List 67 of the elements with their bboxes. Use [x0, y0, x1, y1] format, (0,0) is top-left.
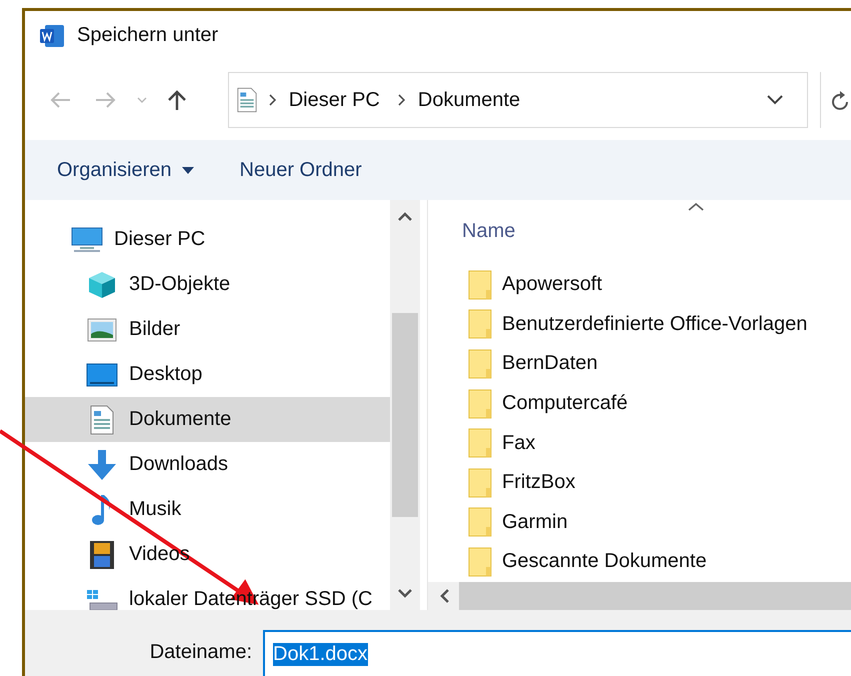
folder-icon — [468, 309, 492, 340]
folder-icon — [468, 428, 492, 458]
folder-name: Garmin — [502, 510, 568, 534]
film-icon — [89, 540, 115, 570]
nav-item[interactable]: Dokumente — [25, 397, 390, 442]
dropdown-caret-icon — [182, 166, 194, 174]
folder-item[interactable]: FritzBox — [428, 462, 851, 503]
folder-icon — [468, 270, 492, 300]
scrollbar-thumb[interactable] — [392, 313, 418, 517]
nav-item[interactable]: Downloads — [25, 442, 390, 487]
drive-icon — [86, 588, 118, 610]
music-note-icon — [91, 494, 113, 526]
folder-item[interactable]: Benutzerdefinierte Office-Vorlagen — [428, 304, 851, 344]
folder-item[interactable]: Computercafé — [428, 384, 851, 424]
picture-icon — [87, 318, 117, 342]
desktop-icon — [86, 362, 118, 386]
folder-icon — [468, 348, 492, 379]
scroll-up-icon[interactable] — [398, 212, 412, 221]
folder-name: Computercafé — [502, 392, 628, 416]
breadcrumb[interactable]: Dieser PC — [288, 88, 380, 112]
folder-name: BernDaten — [502, 352, 598, 376]
folder-item[interactable]: BernDaten — [428, 344, 851, 384]
document-icon — [236, 87, 257, 113]
up-arrow-icon[interactable] — [167, 89, 187, 111]
refresh-icon[interactable] — [831, 89, 851, 111]
folder-item[interactable]: Gescannte Dokumente — [428, 542, 851, 582]
file-name-field[interactable]: Dok1.docx — [263, 630, 851, 676]
breadcrumb[interactable]: Dokumente — [418, 88, 520, 112]
nav-item[interactable]: 3D-Objekte — [25, 262, 390, 307]
nav-item[interactable]: Dieser PC — [25, 217, 390, 262]
recent-caret-icon[interactable] — [137, 97, 147, 103]
download-arrow-icon — [87, 448, 117, 480]
folder-name: Apowersoft — [502, 273, 602, 296]
folder-item[interactable]: Garmin — [428, 502, 851, 542]
word-app-icon — [39, 24, 65, 48]
document-icon — [90, 404, 114, 434]
folder-icon — [468, 546, 492, 577]
address-bar[interactable]: Dieser PC Dokumente — [228, 72, 808, 128]
scroll-down-icon[interactable] — [398, 589, 412, 598]
folder-name: Fax — [502, 432, 536, 455]
toolbar-button[interactable]: Neuer Ordner — [232, 152, 370, 188]
back-arrow-icon[interactable] — [49, 91, 71, 109]
folder-icon — [468, 468, 492, 498]
cube-icon — [87, 270, 117, 300]
nav-item[interactable]: Bilder — [25, 307, 390, 352]
toolbar-button[interactable]: Organisieren — [49, 152, 202, 188]
dropdown-caret-icon[interactable] — [767, 95, 783, 105]
chevron-icon — [398, 94, 406, 106]
folder-name: Gescannte Dokumente — [502, 550, 707, 574]
computer-icon — [71, 226, 103, 252]
column-header[interactable]: Name — [462, 220, 516, 242]
window-title: Speichern unter — [77, 24, 218, 47]
forward-arrow-icon[interactable] — [95, 91, 117, 109]
file-name-value: Dok1.docx — [273, 642, 368, 666]
folder-icon — [468, 388, 492, 419]
nav-item[interactable]: Desktop — [25, 352, 390, 397]
scroll-left-icon[interactable] — [440, 589, 449, 603]
folder-name: Benutzerdefinierte Office-Vorlagen — [502, 312, 808, 336]
file-name-label: Dateiname: — [148, 641, 252, 664]
nav-item[interactable]: Musik — [25, 487, 390, 532]
chevron-icon — [268, 94, 277, 106]
vertical-scrollbar[interactable] — [390, 200, 420, 610]
folder-item[interactable]: Apowersoft — [428, 265, 851, 305]
folder-name: FritzBox — [502, 471, 576, 494]
folder-icon — [468, 507, 492, 538]
folder-item[interactable]: Fax — [428, 423, 851, 463]
sort-caret-icon — [688, 202, 704, 211]
